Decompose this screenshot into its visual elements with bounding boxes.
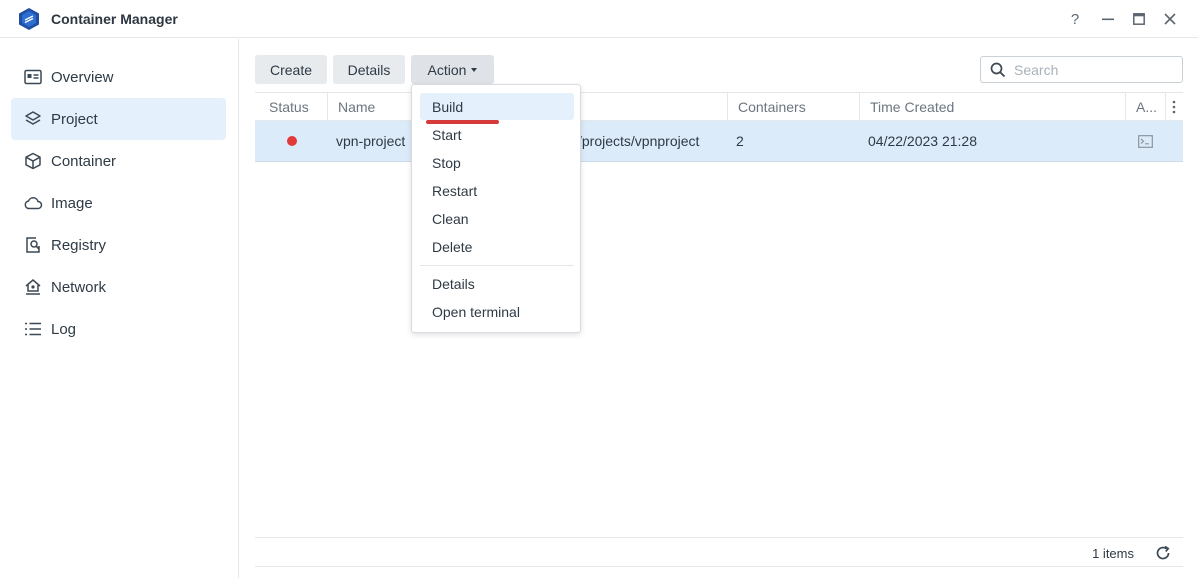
menu-item-stop[interactable]: Stop <box>420 149 574 176</box>
terminal-icon <box>1138 134 1153 148</box>
refresh-icon[interactable] <box>1155 545 1171 561</box>
sidebar-item-project[interactable]: Project <box>11 98 226 140</box>
sidebar-item-overview[interactable]: Overview <box>11 56 226 98</box>
action-menu: Build Start Stop Restart Clean Delete De… <box>411 84 581 333</box>
app-title: Container Manager <box>51 11 178 27</box>
minimize-button[interactable] <box>1097 8 1119 30</box>
sidebar-item-registry[interactable]: Registry <box>11 224 226 266</box>
help-button[interactable]: ? <box>1064 8 1086 30</box>
close-button[interactable] <box>1159 8 1181 30</box>
column-header-containers[interactable]: Containers <box>727 93 859 121</box>
sidebar-item-label: Log <box>51 320 77 338</box>
help-icon: ? <box>1070 10 1080 28</box>
minimize-icon <box>1102 18 1114 21</box>
sidebar-item-network[interactable]: Network <box>11 266 226 308</box>
caret-down-icon <box>471 67 478 72</box>
search-input[interactable] <box>1014 61 1174 78</box>
open-terminal-action[interactable] <box>1138 121 1153 161</box>
menu-item-restart[interactable]: Restart <box>420 177 574 204</box>
close-icon <box>1164 13 1176 25</box>
sidebar-item-container[interactable]: Container <box>11 140 226 182</box>
table-header: Status Name Containers Time Created A... <box>255 92 1183 121</box>
network-icon <box>23 277 43 297</box>
status-indicator <box>287 136 297 146</box>
table-row[interactable]: vpn-project /projects/vpnproject 2 04/22… <box>255 121 1183 162</box>
sidebar-item-label: Registry <box>51 236 107 254</box>
menu-divider <box>420 265 574 266</box>
containers-count: 2 <box>736 133 744 149</box>
create-button[interactable]: Create <box>255 55 327 84</box>
menu-item-open-terminal[interactable]: Open terminal <box>420 298 574 325</box>
time-created: 04/22/2023 21:28 <box>868 133 977 149</box>
column-menu-button[interactable] <box>1165 93 1183 121</box>
column-header-time-created[interactable]: Time Created <box>859 93 1125 121</box>
sidebar-item-label: Network <box>51 278 107 296</box>
maximize-icon <box>1133 13 1145 25</box>
sidebar-item-label: Container <box>51 152 117 170</box>
project-name: vpn-project <box>336 133 406 149</box>
action-dropdown-button[interactable]: Action <box>411 55 494 84</box>
project-path: /projects/vpnproject <box>578 133 700 149</box>
maximize-button[interactable] <box>1128 8 1150 30</box>
menu-item-start[interactable]: Start <box>420 121 574 148</box>
overview-icon <box>23 67 43 87</box>
sidebar-item-label: Project <box>51 110 98 128</box>
cloud-icon <box>23 193 43 213</box>
sidebar-item-label: Overview <box>51 68 114 86</box>
sidebar: Overview Project Container Image Registr… <box>0 39 239 578</box>
list-icon <box>23 319 43 339</box>
menu-item-clean[interactable]: Clean <box>420 205 574 232</box>
registry-icon <box>23 235 43 255</box>
search-icon <box>990 62 1006 77</box>
column-header-actions[interactable]: A... <box>1125 93 1165 121</box>
table-footer: 1 items <box>255 537 1183 567</box>
menu-item-details[interactable]: Details <box>420 270 574 297</box>
layers-icon <box>23 109 43 129</box>
container-manager-window: Container Manager ? Overview Project Con… <box>0 0 1198 578</box>
sidebar-item-log[interactable]: Log <box>11 308 226 350</box>
action-label: Action <box>427 61 467 78</box>
column-header-status[interactable]: Status <box>255 93 327 121</box>
status-cell <box>287 121 297 161</box>
search-box[interactable] <box>980 56 1183 83</box>
projects-table: Status Name Containers Time Created A...… <box>255 92 1183 162</box>
title-bar: Container Manager ? <box>0 0 1198 38</box>
items-count: 1 items <box>1092 546 1134 561</box>
cube-icon <box>23 151 43 171</box>
details-button[interactable]: Details <box>333 55 405 84</box>
menu-item-build[interactable]: Build <box>420 93 574 120</box>
menu-item-delete[interactable]: Delete <box>420 233 574 260</box>
sidebar-item-label: Image <box>51 194 93 212</box>
more-vertical-icon <box>1172 100 1176 114</box>
sidebar-item-image[interactable]: Image <box>11 182 226 224</box>
container-manager-logo-icon <box>19 8 39 30</box>
